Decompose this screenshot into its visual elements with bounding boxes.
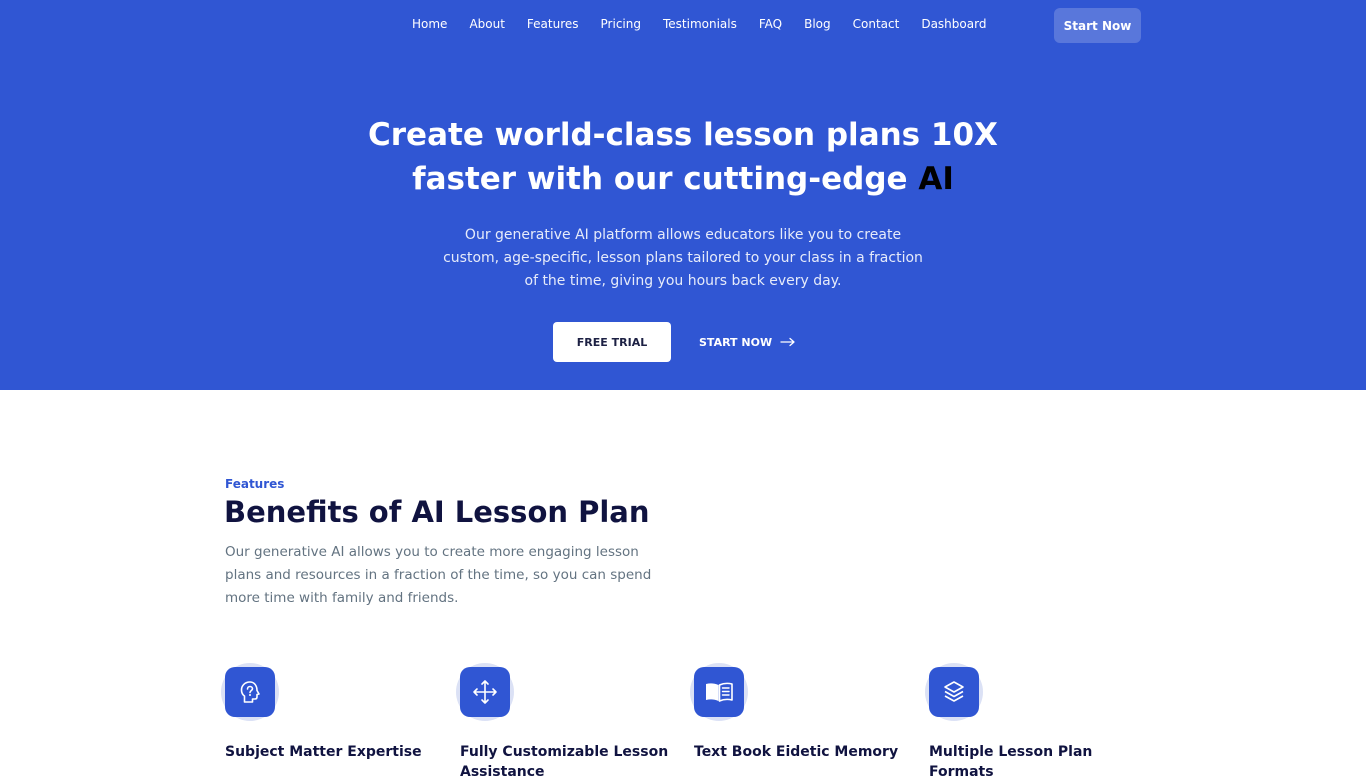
open-book-icon (694, 667, 744, 717)
feature-title: Subject Matter Expertise (225, 744, 422, 760)
brain-icon (225, 667, 275, 717)
hero-title-line1: Create world-class lesson plans 10X (368, 117, 998, 153)
hero-subtitle: Our generative AI platform allows educat… (443, 227, 923, 289)
nav-link-home[interactable]: Home (412, 17, 447, 31)
free-trial-button[interactable]: FREE TRIAL (553, 322, 671, 362)
nav-link-faq[interactable]: FAQ (759, 17, 782, 31)
nav-link-blog[interactable]: Blog (804, 17, 831, 31)
features-description: Our generative AI allows you to create m… (225, 544, 652, 606)
start-now-link-label: START NOW (699, 335, 773, 349)
start-now-link[interactable]: START NOW (699, 322, 796, 362)
nav-link-testimonials[interactable]: Testimonials (663, 17, 737, 31)
nav-link-features[interactable]: Features (527, 17, 579, 31)
features-tag: Features (225, 477, 285, 491)
nav-link-about[interactable]: About (469, 17, 504, 31)
hero-title-accent: AI (918, 161, 954, 197)
feature-title: Fully Customizable Lesson Assistance (460, 744, 669, 780)
move-arrows-icon (460, 667, 510, 717)
feature-item-formats: Multiple Lesson Plan Formats (925, 663, 1149, 782)
feature-title: Multiple Lesson Plan Formats (929, 744, 1093, 780)
feature-item-textbook: Text Book Eidetic Memory (690, 663, 914, 762)
hero-section: Home About Features Pricing Testimonials… (0, 0, 1366, 390)
nav-links: Home About Features Pricing Testimonials… (401, 17, 997, 31)
start-now-nav-button[interactable]: Start Now (1054, 8, 1141, 43)
top-navigation: Home About Features Pricing Testimonials… (0, 0, 1366, 52)
nav-link-dashboard[interactable]: Dashboard (921, 17, 986, 31)
nav-link-contact[interactable]: Contact (853, 17, 900, 31)
arrow-right-icon (780, 337, 795, 347)
hero-title: Create world-class lesson plans 10X fast… (283, 113, 1083, 201)
hero-title-line2: faster with our cutting-edge (412, 161, 908, 197)
feature-title: Text Book Eidetic Memory (694, 744, 899, 760)
nav-link-pricing[interactable]: Pricing (601, 17, 641, 31)
feature-item-customizable: Fully Customizable Lesson Assistance (456, 663, 680, 782)
feature-item-subject-matter: Subject Matter Expertise (221, 663, 445, 762)
layers-icon (929, 667, 979, 717)
features-title: Benefits of AI Lesson Plan (224, 495, 650, 529)
